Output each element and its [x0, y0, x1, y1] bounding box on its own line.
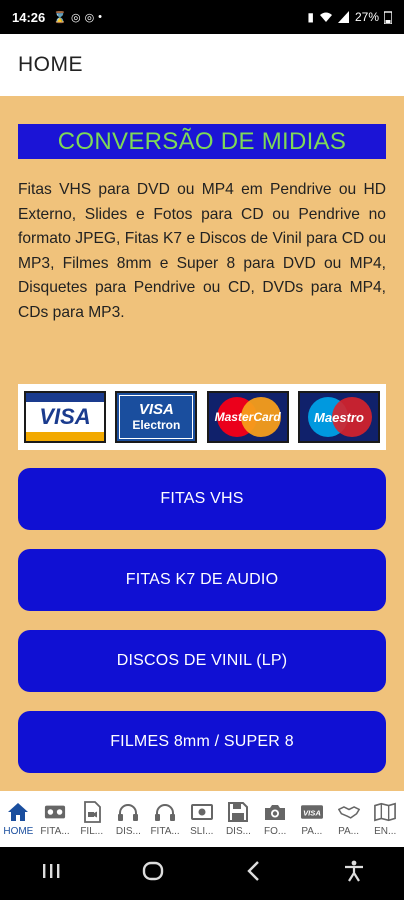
home-icon: [7, 801, 29, 823]
nav-item-home[interactable]: HOME: [0, 791, 37, 847]
notification-icons: ⌛ ◎ ◎ •: [53, 11, 102, 24]
nav-label: EN...: [374, 826, 397, 837]
accessibility-icon[interactable]: [343, 860, 365, 887]
system-navigation-bar: [0, 847, 404, 900]
nav-item-endereco[interactable]: EN...: [367, 791, 404, 847]
battery-percent: 27%: [354, 10, 379, 24]
nav-item-discos[interactable]: DIS...: [110, 791, 147, 847]
app-bar: HOME: [0, 34, 404, 96]
banner: CONVERSÃO DE MIDIAS: [18, 124, 386, 159]
main-content[interactable]: CONVERSÃO DE MIDIAS Fitas VHS para DVD o…: [0, 96, 404, 791]
nav-label: PA...: [338, 826, 359, 837]
maestro-logo: Maestro: [297, 391, 380, 443]
page-title: HOME: [18, 53, 83, 76]
wifi-icon: [319, 12, 332, 22]
discos-vinil-button[interactable]: DISCOS DE VINIL (LP): [18, 630, 386, 692]
mastercard-label: MasterCard: [214, 410, 281, 424]
nav-label: FO...: [264, 826, 287, 837]
mastercard-logo: MasterCard: [206, 391, 289, 443]
film-file-icon: [81, 801, 103, 823]
visa-card-label: VISA: [39, 404, 91, 429]
handshake-icon: [337, 801, 360, 823]
fitas-k7-button[interactable]: FITAS K7 DE AUDIO: [18, 549, 386, 611]
hourglass-icon: ⌛: [53, 11, 67, 24]
slides-icon: [190, 801, 213, 823]
fitas-vhs-button[interactable]: FITAS VHS: [18, 468, 386, 530]
nav-label: FITA...: [40, 826, 70, 837]
battery-saver-icon: ▮: [307, 10, 314, 24]
filmes-8mm-button[interactable]: FILMES 8mm / SUPER 8: [18, 711, 386, 773]
visa-card-logo: VISA: [24, 391, 106, 443]
nav-label: FIL...: [80, 826, 104, 837]
recent-apps-button[interactable]: [40, 861, 62, 886]
nav-item-fitas-k7[interactable]: FITA...: [147, 791, 184, 847]
status-bar: 14:26 ⌛ ◎ ◎ • ▮ 27%: [0, 0, 404, 34]
nav-item-fotos[interactable]: FO...: [257, 791, 294, 847]
headphones-icon: [154, 801, 176, 823]
maestro-label: Maestro: [314, 409, 364, 425]
visa-electron-card-logo: VISA Electron: [115, 391, 198, 443]
nav-label: DIS...: [225, 826, 251, 837]
dot-icon: •: [98, 10, 103, 23]
notification-icon: ◎: [70, 11, 81, 24]
nav-label: HOME: [3, 826, 34, 837]
payment-cards: VISA VISA Electron MasterCard Maestro: [18, 384, 386, 450]
nav-item-slides[interactable]: SLI...: [183, 791, 220, 847]
floppy-disk-icon: [227, 801, 249, 823]
nav-item-disquetes[interactable]: DIS...: [220, 791, 257, 847]
bottom-navigation: HOME FITA... FIL... DIS... FITA... SLI..…: [0, 791, 404, 847]
svg-text:VISA: VISA: [303, 808, 321, 817]
nav-label: FITA...: [150, 826, 180, 837]
camera-icon: [264, 801, 286, 823]
back-button[interactable]: [244, 860, 264, 887]
banner-title: CONVERSÃO DE MIDIAS: [57, 127, 347, 155]
nav-label: DIS...: [115, 826, 141, 837]
visa-electron-bottom-label: Electron: [132, 418, 181, 432]
signal-icon: [337, 11, 349, 23]
battery-icon: [384, 10, 392, 24]
nav-item-fitas[interactable]: FITA...: [37, 791, 74, 847]
nav-item-filmes[interactable]: FIL...: [73, 791, 110, 847]
visa-electron-top-label: VISA: [138, 401, 174, 418]
map-icon: [374, 801, 397, 823]
nav-item-parceiros[interactable]: PA...: [330, 791, 367, 847]
nav-label: PA...: [301, 826, 323, 837]
visa-card-icon: VISA: [300, 801, 323, 823]
home-button[interactable]: [141, 859, 165, 888]
cassette-icon: [44, 801, 66, 823]
notification-icon: ◎: [84, 11, 95, 24]
nav-label: SLI...: [190, 826, 214, 837]
headphones-icon: [117, 801, 139, 823]
status-time: 14:26: [12, 9, 46, 25]
description-text: Fitas VHS para DVD ou MP4 em Pendrive ou…: [18, 181, 386, 321]
nav-item-pagamento[interactable]: VISA PA...: [294, 791, 331, 847]
status-right: ▮ 27%: [307, 10, 392, 24]
